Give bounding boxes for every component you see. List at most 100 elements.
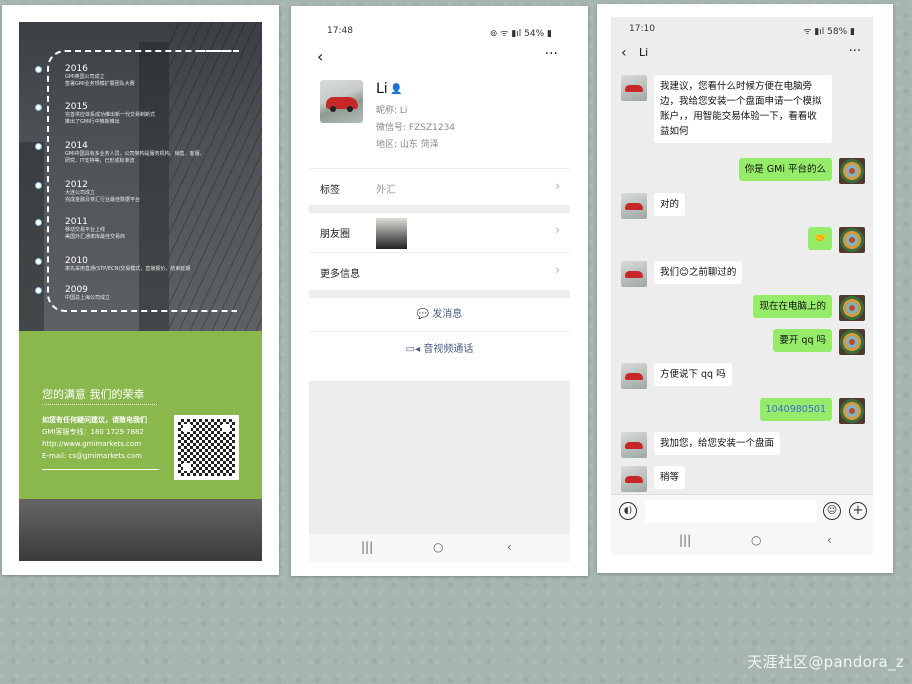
timeline-year: 2016 <box>65 64 88 74</box>
message-bubble[interactable]: 要开 qq 吗 <box>773 329 832 352</box>
empty-area <box>309 381 570 534</box>
chevron-right-icon: › <box>555 223 560 237</box>
watermark: 天涯社区@pandora_z <box>747 653 904 671</box>
chat-message: 方便说下 qq 吗 <box>621 363 732 389</box>
message-bubble[interactable]: 1040980501 <box>759 398 832 421</box>
video-camera-icon: ▭◂ <box>405 344 424 355</box>
timeline-item: 2015 完善供应体系成功推出新一代交易制新式 推出了GMI行中推新推出 <box>35 102 156 126</box>
voice-input-icon[interactable]: ◖) <box>619 502 637 520</box>
chat-message: 我加您，给您安装一个盘面 <box>621 432 781 458</box>
more-options-icon[interactable]: ··· <box>545 46 558 62</box>
avatar[interactable] <box>621 466 647 492</box>
timeline-desc: 中国总上海公司成立 <box>65 295 111 301</box>
message-icon: 💬 <box>416 309 433 320</box>
timeline-desc: 完善供应体系成功推出新一代交易制新式 <box>65 112 156 118</box>
timeline-dot <box>35 66 42 73</box>
chat-screenshot-card: 17:10 ᯤ ▮ıl 58% ▮ ‹ Li ··· 我建议，您看什么时候方便在… <box>597 4 893 573</box>
timeline-item: 2009 中国总上海公司成立 <box>35 285 111 302</box>
emoji-icon[interactable]: ☺ <box>823 502 841 520</box>
avatar[interactable] <box>621 75 647 101</box>
section-gap <box>309 291 570 298</box>
message-bubble[interactable]: 现在在电脑上的 <box>753 295 832 318</box>
status-time: 17:10 <box>629 24 655 34</box>
recent-apps-button[interactable]: ||| <box>679 533 691 547</box>
timeline-desc: 大连公司成立 <box>65 190 96 196</box>
timeline-dot <box>35 143 42 150</box>
home-button[interactable]: ○ <box>433 540 443 554</box>
contact-nickname: 昵称: Li <box>376 106 408 116</box>
timeline-item: 2011 移动交易平台上线 美国外汇通率库最佳交易商 <box>35 217 126 241</box>
home-button[interactable]: ○ <box>751 533 761 547</box>
brochure-footer-photo <box>19 499 262 561</box>
moments-thumbnail <box>376 218 407 249</box>
send-message-button[interactable]: 💬 发消息 <box>309 298 570 332</box>
brochure-timeline-section: 2016 GMI英国公司成立 签署GMI业务规模扩展团队大赛 2015 完善供应… <box>19 22 262 332</box>
avatar[interactable] <box>320 80 363 123</box>
timeline: 2016 GMI英国公司成立 签署GMI业务规模扩展团队大赛 2015 完善供应… <box>35 50 239 312</box>
chat-message: 稍等 <box>621 466 686 492</box>
timeline-desc: 率先采用直通(STP/ECN)交易模式，直接报价，结束延期 <box>65 266 191 272</box>
timeline-year: 2011 <box>65 217 88 227</box>
contact-name: Li <box>376 81 388 97</box>
avatar[interactable] <box>839 295 865 321</box>
avatar[interactable] <box>621 432 647 458</box>
chat-message: 我建议，您看什么时候方便在电脑旁边，我给您安装一个盘面申请一个模拟账户，，用智能… <box>621 75 832 143</box>
avatar[interactable] <box>839 398 865 424</box>
brochure-image: 2016 GMI英国公司成立 签署GMI业务规模扩展团队大赛 2015 完善供应… <box>19 22 262 561</box>
message-input[interactable] <box>645 500 817 523</box>
message-bubble[interactable]: 🤝 <box>808 227 832 250</box>
video-call-button[interactable]: ▭◂ 音视频通话 <box>309 333 570 367</box>
avatar[interactable] <box>839 329 865 355</box>
avatar[interactable] <box>621 363 647 389</box>
profile-screenshot-card: 17:48 ⊚ ᯤ ▮ıl 54% ▮ ‹ ··· Li 👤 昵称: Li 微信… <box>291 6 588 576</box>
message-bubble[interactable]: 你是 GMi 平台的么 <box>738 158 832 181</box>
timeline-item: 2016 GMI英国公司成立 签署GMI业务规模扩展团队大赛 <box>35 64 135 88</box>
nav-back-button[interactable]: ‹ <box>507 540 512 554</box>
chat-message: 我们😊之前聊过的 <box>621 261 743 287</box>
status-icons: ⊚ ᯤ ▮ıl 54% ▮ <box>489 29 552 39</box>
avatar[interactable] <box>621 193 647 219</box>
back-icon[interactable]: ‹ <box>621 45 627 61</box>
message-bubble[interactable]: 我建议，您看什么时候方便在电脑旁边，我给您安装一个盘面申请一个模拟账户，，用智能… <box>654 75 832 143</box>
timeline-dot <box>35 287 42 294</box>
message-bubble[interactable]: 我加您，给您安装一个盘面 <box>654 432 781 455</box>
timeline-desc: 签署GMI业务规模扩展团队大赛 <box>65 81 135 87</box>
message-bubble[interactable]: 对的 <box>654 193 686 216</box>
back-icon[interactable]: ‹ <box>317 47 323 66</box>
avatar[interactable] <box>621 261 647 287</box>
chat-title: Li <box>639 46 649 59</box>
chat-screen: 17:10 ᯤ ▮ıl 58% ▮ ‹ Li ··· 我建议，您看什么时候方便在… <box>611 17 873 555</box>
timeline-dot <box>35 182 42 189</box>
divider <box>42 469 159 470</box>
gender-person-icon: 👤 <box>390 84 403 95</box>
nav-back-button[interactable]: ‹ <box>827 533 832 547</box>
timeline-item: 2014 GMI中国具有多业务人员，公司架构是服务机构、销售、客服、 研究、IT… <box>35 141 205 165</box>
tag-row[interactable]: 标签 外汇 › <box>309 168 570 206</box>
avatar[interactable] <box>839 227 865 253</box>
timeline-desc: 美国外汇通率库最佳交易商 <box>65 234 126 240</box>
recent-apps-button[interactable]: ||| <box>361 540 373 554</box>
more-options-icon[interactable]: ··· <box>849 44 861 59</box>
contact-website: http://www.gmimarkets.com <box>42 440 142 448</box>
more-info-row[interactable]: 更多信息 › <box>309 253 570 291</box>
tag-label: 标签 <box>320 185 340 196</box>
status-icons: ᯤ ▮ıl 58% ▮ <box>803 27 855 37</box>
avatar[interactable] <box>839 158 865 184</box>
timeline-desc: GMI英国公司成立 <box>65 74 105 80</box>
brochure-card: 2016 GMI英国公司成立 签署GMI业务规模扩展团队大赛 2015 完善供应… <box>2 5 279 575</box>
message-bubble[interactable]: 稍等 <box>654 466 686 489</box>
add-attachment-icon[interactable]: + <box>849 502 867 520</box>
timeline-dot <box>35 219 42 226</box>
moments-row[interactable]: 朋友圈 › <box>309 213 570 253</box>
chat-message: 现在在电脑上的 <box>753 295 865 321</box>
brochure-contact-section: 您的满意 我们的荣幸 如您有任何疑问建议，请致电我们 GMI客服专线：180 1… <box>19 331 262 499</box>
chat-message: 🤝 <box>808 227 865 253</box>
chat-message: 1040980501 <box>759 398 865 424</box>
contact-phone: GMI客服专线：180 1729 7882 <box>42 428 144 436</box>
qr-code <box>174 415 239 480</box>
tag-value: 外汇 <box>376 185 396 196</box>
chat-message: 要开 qq 吗 <box>773 329 865 355</box>
chat-message: 对的 <box>621 193 686 219</box>
message-bubble[interactable]: 我们😊之前聊过的 <box>654 261 743 284</box>
message-bubble[interactable]: 方便说下 qq 吗 <box>654 363 732 386</box>
